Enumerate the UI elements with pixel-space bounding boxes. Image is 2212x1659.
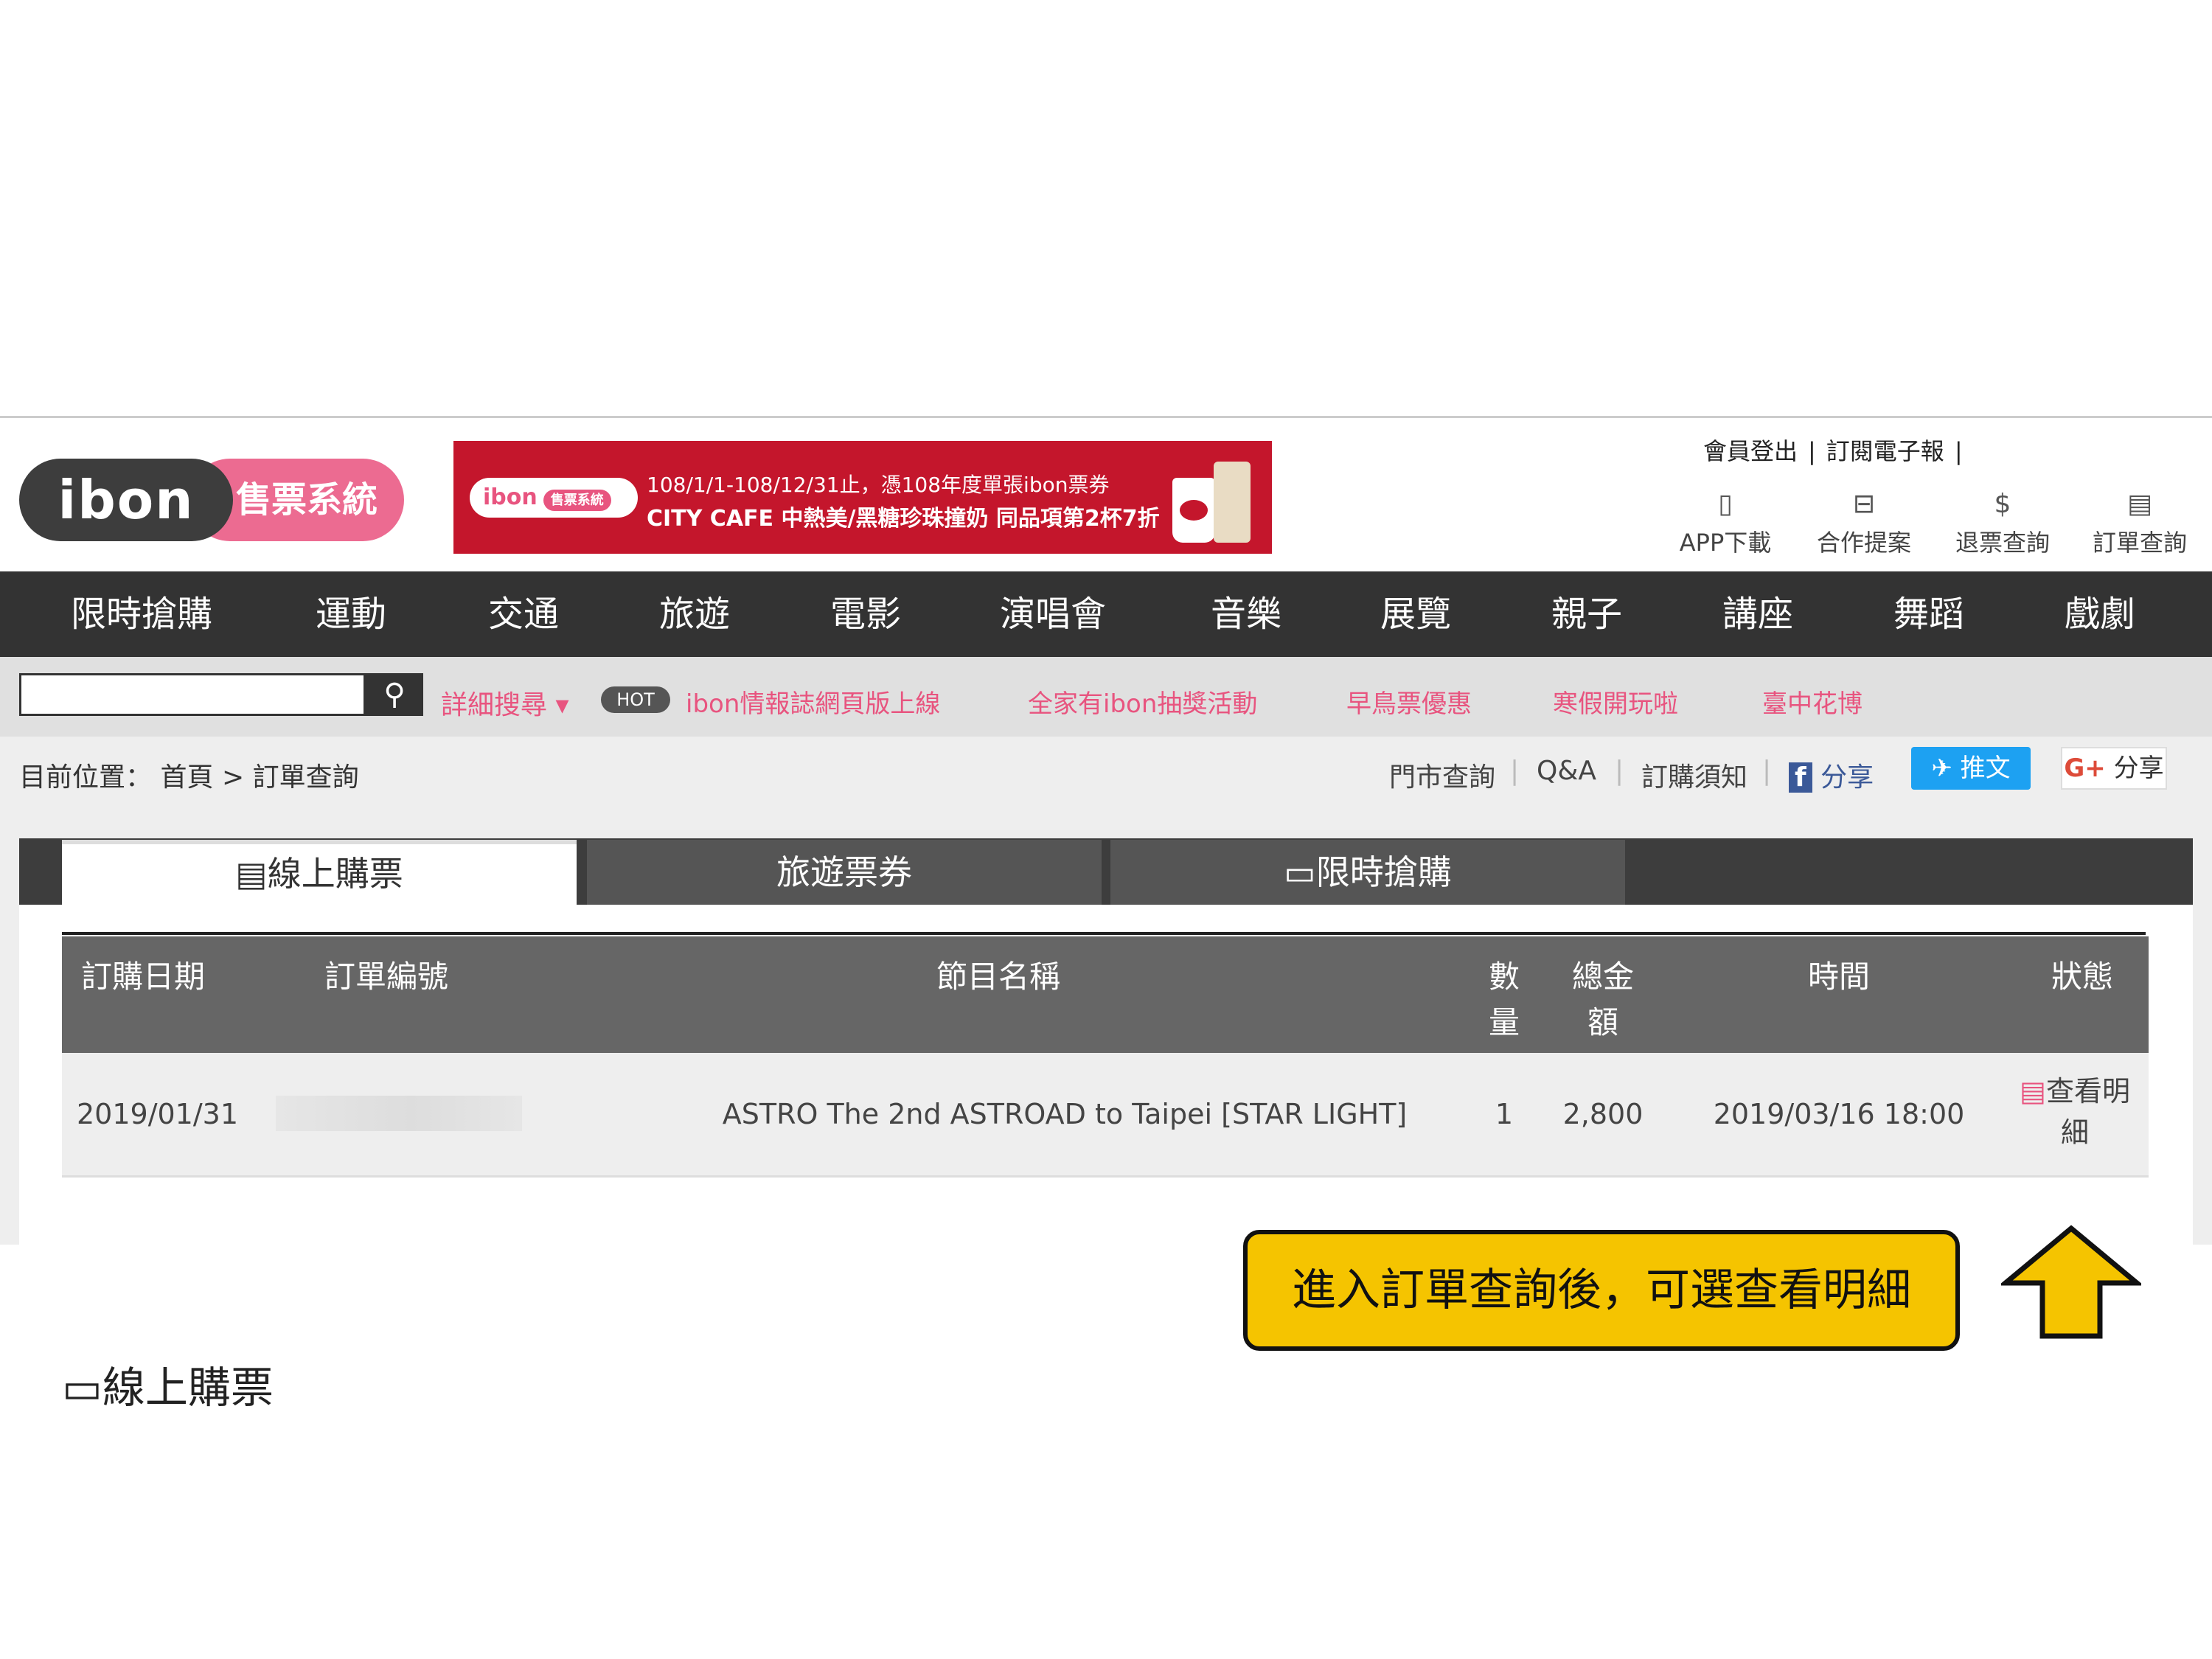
section-title: ▭線上購票 — [62, 1363, 274, 1413]
nav-flash-sale[interactable]: 限時搶購 — [71, 571, 212, 657]
briefcase-icon: ⊟ — [1852, 489, 1876, 519]
app-download-link[interactable]: ▯ APP下載 — [1666, 489, 1784, 557]
col-order-number: 訂單編號 — [324, 959, 448, 995]
document-icon: ▤ — [2126, 489, 2152, 519]
banner-logo: ibon 售票系統 — [470, 478, 638, 518]
promo-link[interactable]: ibon情報誌網頁版上線 — [686, 684, 940, 720]
promo-link[interactable]: 臺中花博 — [1762, 684, 1863, 720]
order-number-redacted — [276, 1096, 522, 1131]
promo-link[interactable]: 寒假開玩啦 — [1553, 684, 1678, 720]
quantity: 1 — [1495, 1098, 1514, 1130]
link-separator: | — [1615, 756, 1624, 786]
banner-line-2: CITY CAFE 中熱美/黑糖珍珠撞奶 同品項第2杯7折 — [647, 506, 1160, 532]
nav-family[interactable]: 親子 — [1551, 571, 1622, 657]
breadcrumb: 目前位置： 首頁 > 訂單查詢 — [19, 756, 359, 794]
twitter-icon: ✈ — [1931, 754, 1952, 783]
link-separator: | — [1510, 756, 1520, 786]
view-details-link[interactable]: ▤查看明細 — [2001, 1071, 2149, 1153]
phone-icon: ▯ — [1718, 489, 1733, 519]
ibon-logo[interactable]: ibon 售票系統 — [19, 459, 404, 541]
search-bar: ⚲ 詳細搜尋 ▾ HOT ibon情報誌網頁版上線 全家有ibon抽獎活動 早鳥… — [0, 657, 2212, 737]
section-divider — [62, 932, 2146, 935]
tab-flash-sale[interactable]: ▭限時搶購 — [1110, 840, 1625, 905]
tool-label: APP下載 — [1679, 529, 1772, 557]
laptop-icon: ▭ — [62, 1363, 102, 1413]
logo-text: ibon — [19, 459, 233, 541]
store-query-link[interactable]: 門市查詢 — [1389, 756, 1495, 794]
col-order-date: 訂購日期 — [80, 959, 205, 995]
purchase-notice-link[interactable]: 訂購須知 — [1641, 756, 1747, 794]
nav-exhibitions[interactable]: 展覽 — [1380, 571, 1451, 657]
tab-travel-vouchers[interactable]: 旅遊票券 — [587, 840, 1102, 905]
nav-movies[interactable]: 電影 — [830, 571, 901, 657]
nav-drama[interactable]: 戲劇 — [2065, 571, 2135, 657]
search-icon: ⚲ — [383, 678, 406, 712]
qa-link[interactable]: Q&A — [1537, 756, 1596, 786]
coffee-cups-image — [1165, 451, 1253, 546]
promo-link[interactable]: 早鳥票優惠 — [1346, 684, 1472, 720]
hot-badge: HOT — [601, 686, 670, 713]
program-name: ASTRO The 2nd ASTROAD to Taipei [STAR LI… — [722, 1098, 1408, 1130]
advanced-search-toggle[interactable]: 詳細搜尋 ▾ — [441, 684, 569, 722]
breadcrumb-home[interactable]: 首頁 — [160, 762, 213, 793]
briefcase-icon: ▭ — [1284, 852, 1316, 892]
refund-query-link[interactable]: $ 退票查詢 — [1944, 489, 2062, 557]
nav-music[interactable]: 音樂 — [1211, 571, 1281, 657]
tab-bar: ▤線上購票 旅遊票券 ▭限時搶購 — [19, 838, 2193, 905]
link-separator: | — [1762, 756, 1772, 786]
nav-concerts[interactable]: 演唱會 — [1000, 571, 1106, 657]
partnership-link[interactable]: ⊟ 合作提案 — [1805, 489, 1923, 557]
logout-link[interactable]: 會員登出 — [1703, 437, 1798, 465]
col-quantity: 數量 — [1488, 959, 1520, 1040]
facebook-icon: f — [1789, 762, 1812, 793]
link-separator: | — [1808, 437, 1816, 465]
order-query-link[interactable]: ▤ 訂單查詢 — [2081, 489, 2199, 557]
total-amount: 2,800 — [1562, 1098, 1644, 1130]
link-separator: | — [1954, 437, 1963, 465]
tool-label: 合作提案 — [1816, 529, 1911, 557]
newsletter-link[interactable]: 訂閱電子報 — [1826, 437, 1944, 465]
promo-link[interactable]: 全家有ibon抽獎活動 — [1028, 684, 1257, 720]
order-date: 2019/01/31 — [77, 1098, 239, 1130]
document-icon: ▤ — [235, 854, 268, 894]
tool-label: 退票查詢 — [1955, 529, 2050, 557]
search-button[interactable]: ⚲ — [366, 673, 423, 716]
caret-down-icon: ▾ — [547, 690, 569, 720]
main-nav: 限時搶購 運動 交通 旅遊 電影 演唱會 音樂 展覽 親子 講座 舞蹈 戲劇 — [0, 571, 2212, 657]
google-plus-share-button[interactable]: G+ 分享 — [2061, 747, 2167, 790]
tweet-button[interactable]: ✈ 推文 — [1911, 747, 2031, 790]
up-arrow-icon — [2001, 1225, 2141, 1339]
col-time: 時間 — [1807, 959, 1870, 995]
tool-label: 訂單查詢 — [2092, 529, 2187, 557]
nav-dance[interactable]: 舞蹈 — [1893, 571, 1964, 657]
facebook-share-button[interactable]: f 分享 — [1789, 756, 1874, 794]
breadcrumb-prefix: 目前位置： — [19, 762, 153, 793]
breadcrumb-row: 目前位置： 首頁 > 訂單查詢 門市查詢 | Q&A | 訂購須知 | f 分享… — [0, 737, 2212, 803]
nav-transport[interactable]: 交通 — [488, 571, 559, 657]
site-header: ibon 售票系統 ibon 售票系統 108/1/1-108/12/31止，憑1… — [0, 418, 2212, 571]
refund-icon: $ — [1994, 489, 2011, 519]
search-input[interactable] — [19, 673, 366, 716]
col-program-name: 節目名稱 — [936, 959, 1060, 995]
event-time: 2019/03/16 18:00 — [1713, 1098, 1965, 1130]
nav-sports[interactable]: 運動 — [316, 571, 386, 657]
col-total: 總金額 — [1571, 959, 1634, 1040]
orders-table-header: 訂購日期 訂單編號 節目名稱 數量 總金額 時間 狀態 — [62, 936, 2149, 1053]
chevron-right-icon: > — [221, 762, 245, 793]
document-icon: ▤ — [2020, 1075, 2046, 1107]
banner-line-1: 108/1/1-108/12/31止，憑108年度單張ibon票券 — [647, 473, 1110, 497]
tab-online-tickets[interactable]: ▤線上購票 — [62, 840, 577, 905]
member-links: 會員登出 | 訂閱電子報 | — [1703, 433, 1973, 467]
col-status: 狀態 — [2051, 959, 2113, 995]
instruction-callout: 進入訂單查詢後，可選查看明細 — [1243, 1230, 1960, 1351]
nav-travel[interactable]: 旅遊 — [659, 571, 730, 657]
promo-banner[interactable]: ibon 售票系統 108/1/1-108/12/31止，憑108年度單張ibon… — [453, 441, 1272, 554]
breadcrumb-current: 訂單查詢 — [252, 762, 359, 793]
table-row: 2019/01/31 ASTRO The 2nd ASTROAD to Taip… — [62, 1053, 2149, 1178]
nav-lectures[interactable]: 講座 — [1722, 571, 1793, 657]
google-plus-icon: G+ — [2064, 754, 2106, 783]
